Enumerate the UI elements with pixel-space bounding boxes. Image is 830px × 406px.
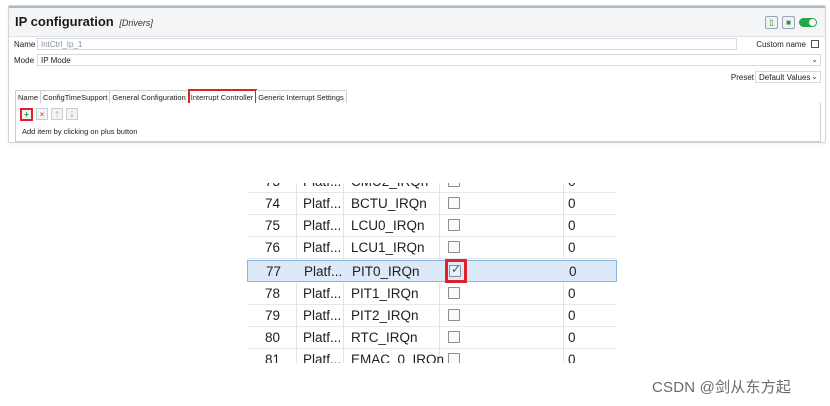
chevron-down-icon[interactable]: ⌄ — [811, 72, 818, 81]
panel-title: IP configuration [Drivers] — [15, 14, 153, 29]
tab-general-configuration[interactable]: General Configuration — [110, 90, 189, 104]
row-priority[interactable]: 0 — [568, 349, 576, 363]
watermark: CSDN @剑从东方起 — [652, 379, 792, 396]
row-number: 80 — [265, 330, 281, 345]
row-enable-checkbox[interactable] — [448, 183, 460, 187]
row-enable-checkbox[interactable] — [448, 219, 460, 231]
enable-toggle[interactable] — [799, 18, 817, 27]
row-interrupt-name: LCU1_IRQn — [351, 240, 425, 255]
name-field[interactable]: IntCtrl_Ip_1 — [37, 38, 737, 50]
row-interrupt-name: LCU0_IRQn — [351, 218, 425, 233]
tab-interrupt-controller[interactable]: Interrupt Controller — [187, 89, 258, 105]
row-number: 81 — [265, 352, 281, 363]
row-type: Platf... — [303, 183, 341, 193]
mode-label: Mode — [14, 56, 35, 65]
row-number: 79 — [265, 308, 281, 323]
item-toolbar: + × ⇡ ⇣ — [20, 108, 78, 121]
move-down-button[interactable]: ⇣ — [66, 108, 78, 120]
row-enable-checkbox[interactable] — [448, 241, 460, 253]
move-up-button[interactable]: ⇡ — [51, 108, 63, 120]
highlight-box — [445, 259, 467, 283]
mode-select[interactable]: IP Mode — [37, 54, 821, 66]
custom-name-label: Custom name — [756, 40, 806, 49]
row-priority[interactable]: 0 — [568, 193, 576, 215]
row-priority[interactable]: 0 — [568, 283, 576, 305]
row-interrupt-name: PIT1_IRQn — [351, 286, 419, 301]
table-row[interactable]: 81 Platf... EMAC_0_IRQn 0 — [247, 349, 617, 363]
row-type: Platf... — [303, 352, 342, 363]
mode-row: Mode IP Mode ⌄ — [9, 53, 825, 68]
header-actions: ▯ ■ — [765, 16, 817, 29]
panel-subtitle: [Drivers] — [119, 18, 153, 28]
row-type: Platf... — [303, 308, 342, 323]
row-interrupt-name: EMAC_0_IRQn — [351, 352, 445, 363]
table-row[interactable]: 78 Platf... PIT1_IRQn 0 — [247, 283, 617, 305]
row-type: Platf... — [304, 264, 343, 279]
row-interrupt-name: CMU2_IRQn — [351, 183, 428, 193]
row-enable-checkbox[interactable] — [448, 353, 460, 363]
table-row-selected[interactable]: 77 Platf... PIT0_IRQn 0 — [247, 259, 617, 283]
row-priority[interactable]: 0 — [568, 237, 576, 259]
row-type: Platf... — [303, 330, 342, 345]
table-row[interactable]: 80 Platf... RTC_IRQn 0 — [247, 327, 617, 349]
chevron-down-icon[interactable]: ⌄ — [811, 55, 818, 64]
tab-config-time-support[interactable]: ConfigTimeSupport — [41, 90, 111, 104]
table-row[interactable]: 79 Platf... PIT2_IRQn 0 — [247, 305, 617, 327]
name-label: Name — [14, 40, 36, 49]
row-enable-checkbox[interactable] — [448, 331, 460, 343]
row-number: 74 — [265, 196, 281, 211]
preset-row: Preset Default Values ⌄ — [9, 70, 825, 85]
interrupt-table: 73 Platf... CMU2_IRQn 0 74 Platf... BCTU… — [247, 183, 617, 363]
document-icon[interactable]: ▯ — [765, 16, 778, 29]
config-tabs: Name ConfigTimeSupport General Configura… — [15, 89, 347, 105]
row-priority[interactable]: 0 — [569, 261, 577, 283]
row-interrupt-name: PIT0_IRQn — [352, 264, 420, 279]
table-row[interactable]: 75 Platf... LCU0_IRQn 0 — [247, 215, 617, 237]
custom-name-checkbox[interactable] — [811, 40, 819, 48]
row-number: 73 — [265, 183, 280, 193]
row-interrupt-name: PIT2_IRQn — [351, 308, 419, 323]
row-priority[interactable]: 0 — [568, 327, 576, 349]
panel-header: IP configuration [Drivers] ▯ ■ — [9, 8, 825, 37]
row-interrupt-name: BCTU_IRQn — [351, 196, 427, 211]
table-row[interactable]: 73 Platf... CMU2_IRQn 0 — [247, 183, 617, 193]
row-type: Platf... — [303, 286, 342, 301]
row-priority[interactable]: 0 — [568, 215, 576, 237]
row-type: Platf... — [303, 240, 342, 255]
row-number: 76 — [265, 240, 281, 255]
remove-item-button[interactable]: × — [36, 108, 48, 120]
table-row[interactable]: 76 Platf... LCU1_IRQn 0 — [247, 237, 617, 259]
preset-label: Preset — [730, 73, 754, 82]
row-type: Platf... — [303, 196, 342, 211]
row-enable-checkbox[interactable] — [448, 309, 460, 321]
tab-generic-interrupt-settings[interactable]: Generic Interrupt Settings — [256, 90, 347, 104]
row-interrupt-name: RTC_IRQn — [351, 330, 418, 345]
row-number: 77 — [266, 264, 282, 279]
row-priority[interactable]: 0 — [568, 183, 576, 193]
add-item-button[interactable]: + — [20, 108, 33, 121]
lock-icon[interactable]: ■ — [782, 16, 795, 29]
add-item-hint: Add item by clicking on plus button — [22, 127, 138, 136]
ip-configuration-panel: IP configuration [Drivers] ▯ ■ Name IntC… — [8, 5, 826, 143]
table-row[interactable]: 74 Platf... BCTU_IRQn 0 — [247, 193, 617, 215]
row-number: 78 — [265, 286, 281, 301]
tab-name[interactable]: Name — [15, 90, 42, 104]
row-number: 75 — [265, 218, 281, 233]
panel-title-text: IP configuration — [15, 14, 114, 29]
row-enable-checkbox[interactable] — [448, 197, 460, 209]
row-priority[interactable]: 0 — [568, 305, 576, 327]
row-type: Platf... — [303, 218, 342, 233]
tab-content: + × ⇡ ⇣ Add item by clicking on plus but… — [15, 103, 821, 142]
row-enable-checkbox[interactable] — [448, 287, 460, 299]
name-row: Name IntCtrl_Ip_1 Custom name — [9, 37, 825, 52]
